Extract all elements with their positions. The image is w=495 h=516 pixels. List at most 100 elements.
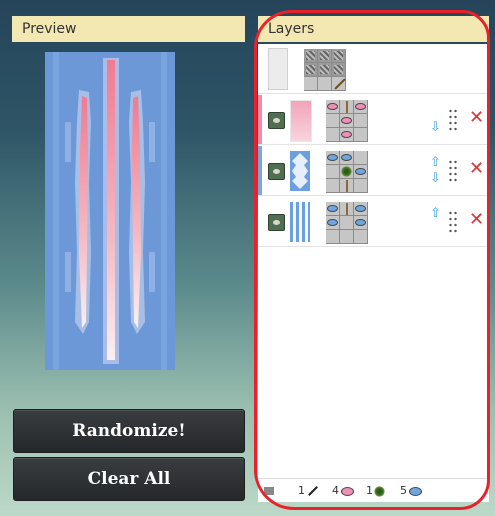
grid-cell: [354, 100, 368, 114]
pink-dye-icon: [341, 117, 352, 124]
layers-panel: ⇩ ✕ ⇧ ⇩ ✕ ⇧ ✕: [258, 44, 489, 500]
wool-icon: [318, 63, 331, 76]
randomize-button[interactable]: Randomize!: [13, 409, 245, 453]
grid-cell: [326, 100, 340, 114]
crafting-grid: [326, 202, 368, 244]
grid-cell: [304, 77, 318, 91]
grid-cell: [340, 202, 354, 216]
blue-dye-icon: [327, 219, 338, 226]
grid-cell: [326, 114, 340, 128]
footer-blue-dye: 5: [400, 484, 422, 498]
clear-all-button[interactable]: Clear All: [13, 457, 245, 501]
wool-icon: [304, 49, 317, 62]
grid-cell: [326, 179, 340, 193]
banner-preview: [45, 52, 175, 370]
layer-pattern-thumbnail: [290, 151, 310, 191]
layer-pattern-thumbnail: [290, 202, 310, 242]
grid-cell: [326, 202, 340, 216]
footer-vine: 1: [366, 484, 385, 498]
footer-pink-dye: 4: [332, 484, 354, 498]
blue-dye-icon: [327, 205, 338, 212]
grid-cell: [354, 128, 368, 142]
blue-dye-icon: [355, 205, 366, 212]
blue-dye-icon: [327, 154, 338, 161]
drag-handle-icon[interactable]: [448, 210, 458, 234]
delete-layer-icon[interactable]: ✕: [469, 211, 484, 229]
blue-dye-icon: [355, 168, 366, 175]
wool-icon: [332, 63, 345, 76]
layer-row-base: [258, 44, 489, 94]
grid-cell: [304, 49, 318, 63]
eye-icon[interactable]: [268, 163, 285, 180]
grid-cell: [332, 49, 346, 63]
stick-count: 1: [298, 484, 305, 497]
stick-icon: [346, 180, 348, 192]
wool-icon: [318, 49, 331, 62]
grid-cell: [332, 63, 346, 77]
stick-icon: [346, 203, 348, 215]
delete-layer-icon[interactable]: ✕: [469, 160, 484, 178]
base-banner-thumbnail: [268, 48, 288, 90]
pink-dye-icon: [341, 486, 354, 496]
pink-dye-icon: [341, 131, 352, 138]
ingredients-footer: 1 4 1 5: [258, 478, 489, 502]
flower-pattern-graphic: [290, 151, 310, 191]
drag-handle-icon[interactable]: [448, 108, 458, 132]
grid-cell: [340, 128, 354, 142]
move-down-arrow-icon[interactable]: ⇩: [430, 121, 441, 134]
grid-cell: [340, 151, 354, 165]
stick-icon: [334, 78, 346, 90]
grid-cell: [340, 114, 354, 128]
crafting-grid: [326, 100, 368, 142]
layer-row: ⇧ ⇩ ✕: [258, 146, 489, 196]
crafting-grid: [304, 49, 346, 91]
layer-row: ⇩ ✕: [258, 95, 489, 145]
blue-dye-icon: [341, 154, 352, 161]
eye-icon[interactable]: [268, 214, 285, 231]
pink-dye-count: 4: [332, 484, 339, 497]
stick-icon: [346, 101, 348, 113]
blue-dye-icon: [355, 219, 366, 226]
grid-cell: [326, 230, 340, 244]
eye-icon[interactable]: [268, 112, 285, 129]
grid-cell: [318, 63, 332, 77]
grid-cell: [354, 165, 368, 179]
grid-cell: [354, 202, 368, 216]
vine-icon: [341, 166, 352, 177]
wool-icon: [264, 487, 274, 495]
wool-icon: [304, 63, 317, 76]
move-down-arrow-icon[interactable]: ⇩: [430, 172, 441, 185]
grid-cell: [318, 77, 332, 91]
blue-dye-icon: [409, 486, 422, 496]
pink-dye-icon: [355, 103, 366, 110]
grid-cell: [340, 100, 354, 114]
footer-wool: [264, 484, 274, 498]
grid-cell: [354, 216, 368, 230]
move-up-arrow-icon[interactable]: ⇧: [430, 156, 441, 169]
move-up-arrow-icon[interactable]: ⇧: [430, 207, 441, 220]
layer-row: ⇧ ✕: [258, 197, 489, 247]
delete-layer-icon[interactable]: ✕: [469, 109, 484, 127]
grid-cell: [340, 165, 354, 179]
vine-icon: [374, 485, 385, 497]
grid-cell: [332, 77, 346, 91]
crafting-grid: [326, 151, 368, 193]
wool-icon: [332, 49, 345, 62]
layers-title: Layers: [258, 16, 489, 42]
grid-cell: [326, 151, 340, 165]
grid-cell: [340, 216, 354, 230]
preview-title: Preview: [12, 16, 245, 42]
pink-dye-icon: [327, 103, 338, 110]
drag-handle-icon[interactable]: [448, 159, 458, 183]
grid-cell: [354, 114, 368, 128]
grid-cell: [354, 230, 368, 244]
layer-pattern-thumbnail: [290, 100, 312, 142]
stick-icon: [308, 486, 318, 496]
vine-count: 1: [366, 484, 373, 497]
grid-cell: [340, 230, 354, 244]
grid-cell: [304, 63, 318, 77]
footer-stick: 1: [298, 484, 319, 498]
grid-cell: [354, 179, 368, 193]
layer-color-stripe: [258, 146, 262, 195]
grid-cell: [318, 49, 332, 63]
